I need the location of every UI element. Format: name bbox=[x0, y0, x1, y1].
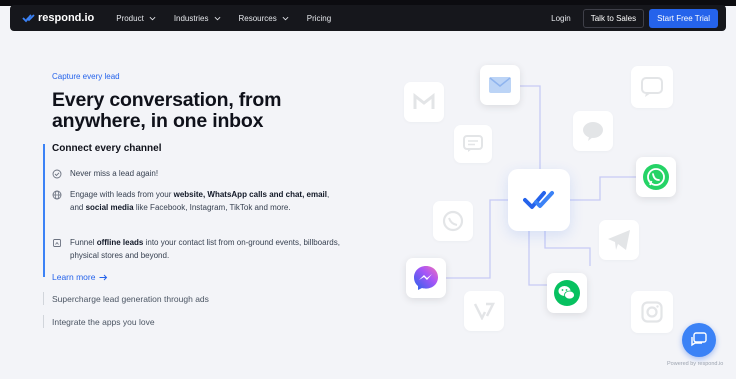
respond-logo-icon bbox=[22, 14, 35, 23]
brand-logo[interactable]: respond.io bbox=[22, 12, 94, 24]
powered-by-label: Powered by respond.io bbox=[667, 361, 724, 367]
feature-item: Never miss a lead again! bbox=[52, 168, 344, 181]
wechat-icon bbox=[554, 280, 580, 306]
messenger-icon bbox=[414, 266, 438, 290]
feature-text-bold: website, WhatsApp calls and chat, email bbox=[173, 190, 327, 199]
channel-tile-gmail bbox=[404, 82, 444, 122]
feature-text-part: Funnel bbox=[70, 238, 97, 247]
talk-to-sales-button[interactable]: Talk to Sales bbox=[582, 8, 645, 28]
line-icon bbox=[583, 122, 603, 141]
vonage-icon bbox=[473, 302, 495, 320]
respond-logo-icon bbox=[523, 191, 554, 209]
chat-bubble-icon bbox=[691, 332, 707, 347]
channel-tile-sms bbox=[631, 66, 673, 108]
channel-tile-whatsapp bbox=[636, 157, 676, 197]
accordion-title-connect-channels[interactable]: Connect every channel bbox=[52, 143, 161, 154]
feature-text: Engage with leads from your website, Wha… bbox=[70, 189, 344, 214]
chevron-down-icon bbox=[214, 16, 220, 20]
feature-text-bold: offline leads bbox=[96, 238, 144, 247]
nav-industries[interactable]: Industries bbox=[174, 14, 221, 23]
globe-icon bbox=[52, 190, 62, 200]
respond-hub-tile bbox=[508, 169, 570, 231]
channel-tile-viber bbox=[433, 201, 473, 241]
feature-text: Funnel offline leads into your contact l… bbox=[70, 237, 344, 262]
instagram-icon bbox=[641, 301, 663, 323]
channel-tile-email bbox=[480, 65, 520, 105]
feature-text-part: like Facebook, Instagram, TikTok and mor… bbox=[133, 202, 291, 212]
learn-more-link[interactable]: Learn more bbox=[52, 272, 108, 282]
channel-tile-wechat bbox=[547, 273, 587, 313]
start-free-trial-button[interactable]: Start Free Trial bbox=[649, 8, 718, 28]
channel-tile-instagram bbox=[631, 291, 673, 333]
feature-item: Funnel offline leads into your contact l… bbox=[52, 237, 344, 262]
brand-name: respond.io bbox=[38, 12, 95, 24]
feature-item: Engage with leads from your website, Wha… bbox=[52, 189, 344, 214]
sms-icon bbox=[641, 77, 663, 97]
email-icon bbox=[489, 77, 511, 93]
feature-text-part: Engage with leads from your bbox=[70, 190, 174, 199]
telegram-icon bbox=[608, 230, 630, 250]
hero-eyebrow: Capture every lead bbox=[52, 72, 120, 81]
whatsapp-icon bbox=[643, 164, 669, 190]
nav-resources-label: Resources bbox=[238, 13, 277, 23]
feature-text: Never miss a lead again! bbox=[70, 169, 159, 178]
hero-headline: Every conversation, from anywhere, in on… bbox=[52, 89, 282, 132]
learn-more-label: Learn more bbox=[52, 272, 96, 282]
viber-icon bbox=[442, 210, 464, 232]
nav-resources[interactable]: Resources bbox=[239, 14, 289, 23]
accordion-divider bbox=[43, 292, 44, 305]
feature-text-bold: social media bbox=[85, 202, 134, 212]
arrow-right-icon bbox=[99, 274, 108, 280]
channel-tile-line bbox=[573, 111, 613, 151]
channel-tile-telegram bbox=[599, 220, 639, 260]
nav-product[interactable]: Product bbox=[116, 14, 156, 23]
webchat-icon bbox=[463, 135, 483, 152]
chat-widget-button[interactable] bbox=[682, 323, 716, 357]
nav-pricing[interactable]: Pricing bbox=[307, 14, 331, 23]
top-navbar: respond.io Product Industries Resources … bbox=[10, 5, 726, 31]
nav-industries-label: Industries bbox=[173, 13, 209, 23]
channel-tile-webchat bbox=[454, 125, 492, 163]
store-icon bbox=[53, 239, 61, 247]
chevron-down-icon bbox=[282, 16, 289, 20]
accordion-item-ads[interactable]: Supercharge lead generation through ads bbox=[52, 294, 209, 304]
check-circle-icon bbox=[52, 169, 62, 179]
nav-product-label: Product bbox=[116, 13, 144, 23]
channel-tile-messenger bbox=[406, 258, 446, 298]
gmail-icon bbox=[413, 93, 435, 109]
chevron-down-icon bbox=[149, 16, 156, 20]
nav-pricing-label: Pricing bbox=[306, 13, 332, 23]
accordion-active-bar bbox=[43, 144, 45, 277]
accordion-divider bbox=[43, 315, 44, 328]
channel-tile-vonage bbox=[464, 291, 504, 331]
accordion-item-integrations[interactable]: Integrate the apps you love bbox=[52, 317, 155, 327]
login-link[interactable]: Login bbox=[551, 14, 571, 23]
